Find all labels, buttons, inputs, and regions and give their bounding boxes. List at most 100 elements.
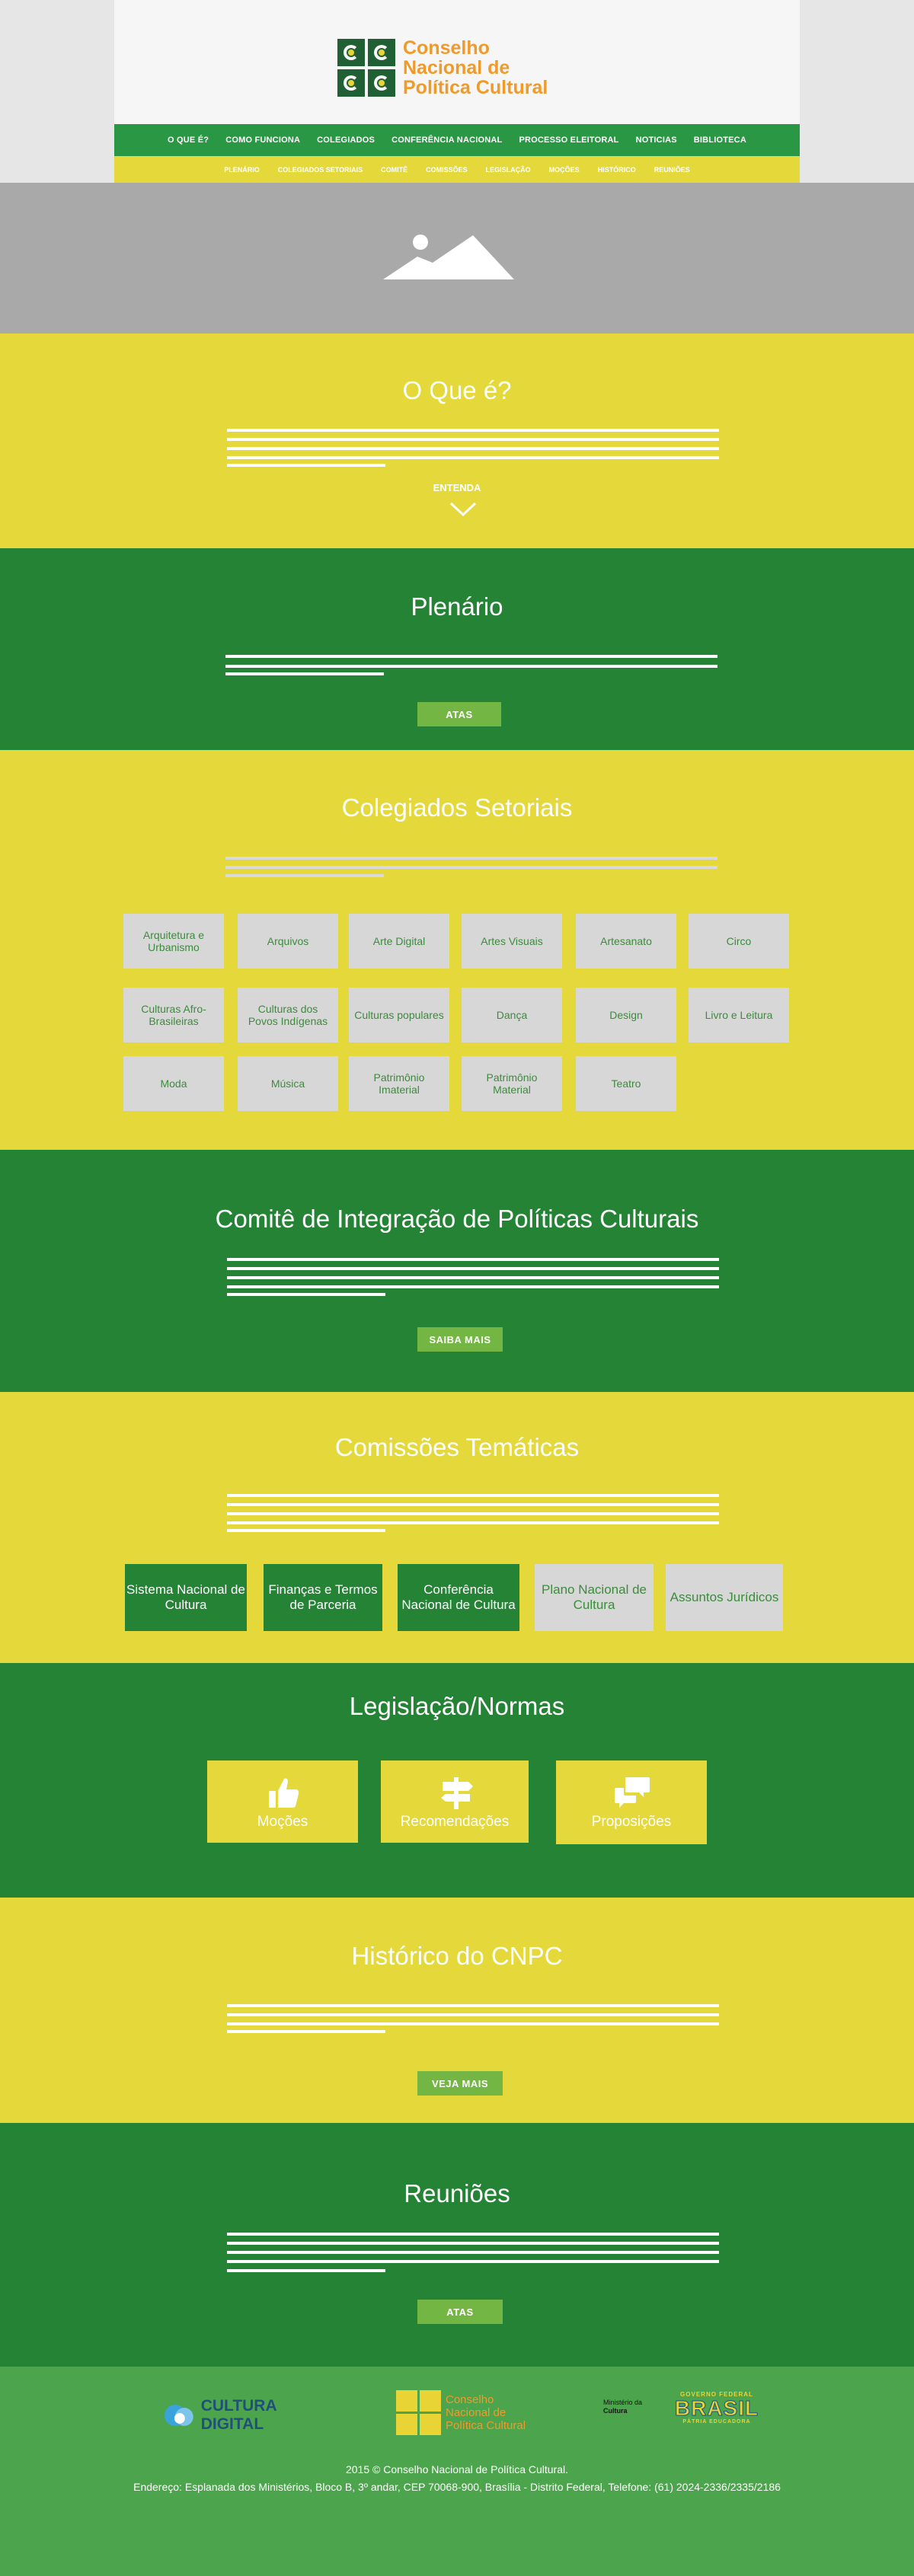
subnav-item-mocoes[interactable]: MOÇÕES xyxy=(549,166,580,174)
section-comite xyxy=(0,1150,914,1392)
subnav-item-colegiados[interactable]: COLEGIADOS SETORIAIS xyxy=(278,166,363,174)
comissao-tile[interactable]: Sistema Nacional de Cultura xyxy=(125,1564,247,1631)
text-line xyxy=(227,1529,385,1532)
nav-item-como-funciona[interactable]: COMO FUNCIONA xyxy=(225,136,300,145)
section-title-historico: Histórico do CNPC xyxy=(351,1942,563,1970)
legislacao-proposicoes-card[interactable]: Proposições xyxy=(556,1760,707,1844)
governo-federal-logo[interactable]: GOVERNO FEDERAL BRASIL PÁTRIA EDUCADORA xyxy=(666,2391,768,2429)
section-title-comissoes: Comissões Temáticas xyxy=(334,1433,580,1461)
comite-saiba-mais-button[interactable]: SAIBA MAIS xyxy=(417,1327,503,1352)
text-line xyxy=(227,447,719,450)
text-line xyxy=(227,2251,719,2254)
section-title-legislacao: Legislação/Normas xyxy=(349,1692,565,1720)
legislacao-item-label: Moções xyxy=(257,1814,308,1830)
colegiado-tile[interactable]: Artesanato xyxy=(576,914,676,969)
subnav-item-legislacao[interactable]: LEGISLAÇÃO xyxy=(486,166,531,174)
comissao-tile[interactable]: Finanças e Termos de Parceria xyxy=(264,1564,382,1631)
nav-item-processo-eleitoral[interactable]: PROCESSO ELEITORAL xyxy=(519,136,618,145)
historico-veja-mais-button[interactable]: VEJA MAIS xyxy=(417,2071,503,2096)
colegiado-tile[interactable]: Culturas dos Povos Indígenas xyxy=(238,988,338,1042)
cultura-digital-logo[interactable]: CULTURA DIGITAL xyxy=(163,2397,343,2433)
cloud-icon xyxy=(164,2405,193,2426)
nav-item-colegiados[interactable]: COLEGIADOS xyxy=(317,136,375,145)
chevron-down-icon[interactable] xyxy=(449,501,478,518)
text-line xyxy=(227,2233,719,2236)
colegiado-tile[interactable]: Dança xyxy=(462,988,562,1042)
colegiado-tile[interactable]: Culturas populares xyxy=(349,988,449,1042)
section-title-plenario: Plenário xyxy=(411,592,503,621)
footer-logo-text: Conselho Nacional de Política Cultural xyxy=(446,2392,526,2432)
text-line xyxy=(227,2022,719,2025)
colegiado-tile[interactable]: Arte Digital xyxy=(349,914,449,969)
legislacao-recomendacoes-card[interactable]: Recomendações xyxy=(381,1760,529,1843)
colegiado-tile[interactable]: Patrimônio Material xyxy=(462,1056,562,1111)
text-line xyxy=(227,2004,719,2007)
colegiado-tile[interactable]: Livro e Leitura xyxy=(689,988,789,1042)
entenda-link[interactable]: ENTENDA xyxy=(0,482,914,493)
image-placeholder-icon xyxy=(383,235,514,279)
chat-bubbles-icon xyxy=(615,1777,650,1808)
comissao-tile[interactable]: Assuntos Jurídicos xyxy=(666,1564,783,1631)
text-line xyxy=(227,2260,719,2263)
subnav-item-reunioes[interactable]: REUNIÕES xyxy=(654,166,690,174)
colegiado-tile[interactable]: Patrimônio Imaterial xyxy=(349,1056,449,1111)
text-line xyxy=(227,2013,719,2016)
ministerio-cultura-logo[interactable]: Ministério da Cultura xyxy=(603,2399,649,2415)
subnav-item-comite[interactable]: COMITÊ xyxy=(381,166,407,174)
primary-nav: O QUE É? COMO FUNCIONA COLEGIADOS CONFER… xyxy=(114,124,800,156)
nav-item-biblioteca[interactable]: BIBLIOTECA xyxy=(694,136,746,145)
site-logo[interactable]: Conselho Nacional de Política Cultural xyxy=(337,37,581,99)
text-line xyxy=(227,2242,719,2245)
subnav-item-plenario[interactable]: PLENÁRIO xyxy=(224,166,260,174)
reunioes-atas-button[interactable]: ATAS xyxy=(417,2300,503,2324)
colegiado-tile[interactable]: Moda xyxy=(123,1056,224,1111)
text-line xyxy=(227,1276,719,1279)
section-title-colegiados: Colegiados Setoriais xyxy=(341,793,573,822)
plenario-atas-button[interactable]: ATAS xyxy=(417,702,501,726)
text-line xyxy=(227,1293,385,1296)
section-title-comite: Comitê de Integração de Políticas Cultur… xyxy=(215,1205,699,1233)
header-side-right xyxy=(800,0,914,183)
text-line xyxy=(225,866,717,869)
footer-cnpc-logo[interactable]: Conselho Nacional de Política Cultural xyxy=(396,2388,564,2437)
colegiado-tile[interactable]: Design xyxy=(576,988,676,1042)
text-line xyxy=(227,1267,719,1270)
legislacao-item-label: Proposições xyxy=(591,1814,672,1830)
colegiado-tile[interactable]: Arquivos xyxy=(238,914,338,969)
text-line xyxy=(227,1512,719,1515)
colegiado-tile[interactable]: Música xyxy=(238,1056,338,1111)
text-line xyxy=(227,1285,719,1288)
subnav-item-historico[interactable]: HISTÓRICO xyxy=(598,166,636,174)
secondary-nav: PLENÁRIO COLEGIADOS SETORIAIS COMITÊ COM… xyxy=(114,156,800,183)
header-side-left xyxy=(0,0,114,183)
text-line xyxy=(225,672,384,675)
comissao-tile[interactable]: Conferência Nacional de Cultura xyxy=(398,1564,519,1631)
text-line xyxy=(227,464,385,467)
colegiado-tile[interactable]: Artes Visuais xyxy=(462,914,562,969)
nav-item-o-que-e[interactable]: O QUE É? xyxy=(168,136,209,145)
section-title-o-que-e: O Que é? xyxy=(402,376,512,404)
colegiado-tile[interactable]: Culturas Afro-Brasileiras xyxy=(123,988,224,1042)
thumbs-up-icon xyxy=(269,1778,299,1808)
colegiado-tile[interactable]: Circo xyxy=(689,914,789,969)
text-line xyxy=(227,1258,719,1261)
colegiado-tile[interactable]: Teatro xyxy=(576,1056,676,1111)
section-title-reunioes: Reuniões xyxy=(404,2179,510,2207)
legislacao-mocoes-card[interactable]: Moções xyxy=(207,1760,358,1843)
text-line xyxy=(225,655,717,658)
logo-mark xyxy=(337,39,395,97)
text-line xyxy=(227,456,719,459)
footer-copyright: 2015 © Conselho Nacional de Política Cul… xyxy=(345,2463,569,2475)
subnav-item-comissoes[interactable]: COMISSÕES xyxy=(426,166,468,174)
nav-item-noticias[interactable]: NOTICIAS xyxy=(636,136,677,145)
colegiado-tile[interactable]: Arquitetura e Urbanismo xyxy=(123,914,224,969)
text-line xyxy=(225,874,384,877)
text-line xyxy=(227,2030,385,2033)
footer-logo-mark xyxy=(396,2389,441,2435)
text-line xyxy=(227,438,719,441)
comissao-tile[interactable]: Plano Nacional de Cultura xyxy=(535,1564,654,1631)
text-line xyxy=(227,429,719,432)
logo-text: Conselho Nacional de Política Cultural xyxy=(403,37,548,98)
text-line xyxy=(225,857,717,860)
nav-item-conferencia[interactable]: CONFERÊNCIA NACIONAL xyxy=(391,136,502,145)
